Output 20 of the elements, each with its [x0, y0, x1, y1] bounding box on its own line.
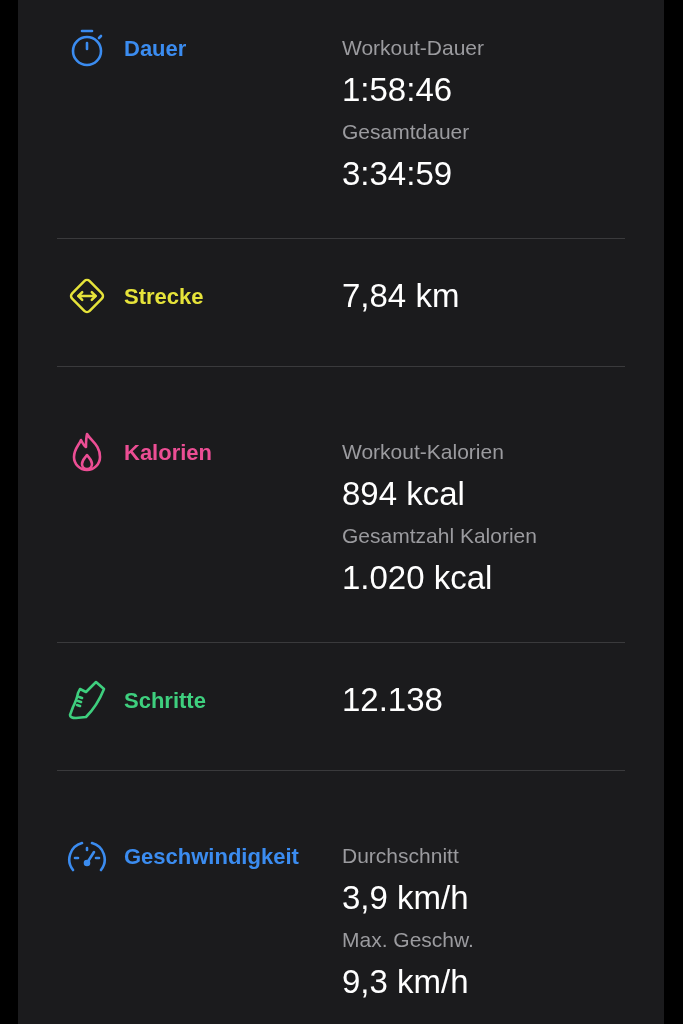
- metric-value: 3,9 km/h: [342, 878, 470, 918]
- metric-value: 894 kcal: [342, 474, 466, 514]
- metric-label: Workout-Kalorien: [342, 439, 505, 465]
- shoe-icon: [66, 679, 108, 721]
- metric-label: Gesamtdauer: [342, 119, 471, 145]
- metric-label: Gesamtzahl Kalorien: [342, 523, 537, 549]
- metric-label: Workout-Dauer: [342, 35, 484, 61]
- section-label: Kalorien: [124, 438, 213, 467]
- metric-label: Durchschnitt: [342, 843, 460, 869]
- section-label: Geschwindigkeit: [124, 842, 299, 871]
- section-label: Strecke: [124, 282, 204, 311]
- metric-value: 3:34:59: [342, 154, 454, 194]
- metric-value: 7,84 km: [342, 276, 460, 316]
- metric-value: 12.138: [342, 680, 443, 720]
- section-label: Schritte: [124, 686, 206, 715]
- metric-value: 9,3 km/h: [342, 962, 470, 1002]
- metric-label: Max. Geschw.: [342, 927, 474, 953]
- metric-value: 1:58:46: [342, 70, 454, 110]
- section-label: Dauer: [124, 34, 187, 63]
- metric-value: 1.020 kcal: [342, 558, 494, 598]
